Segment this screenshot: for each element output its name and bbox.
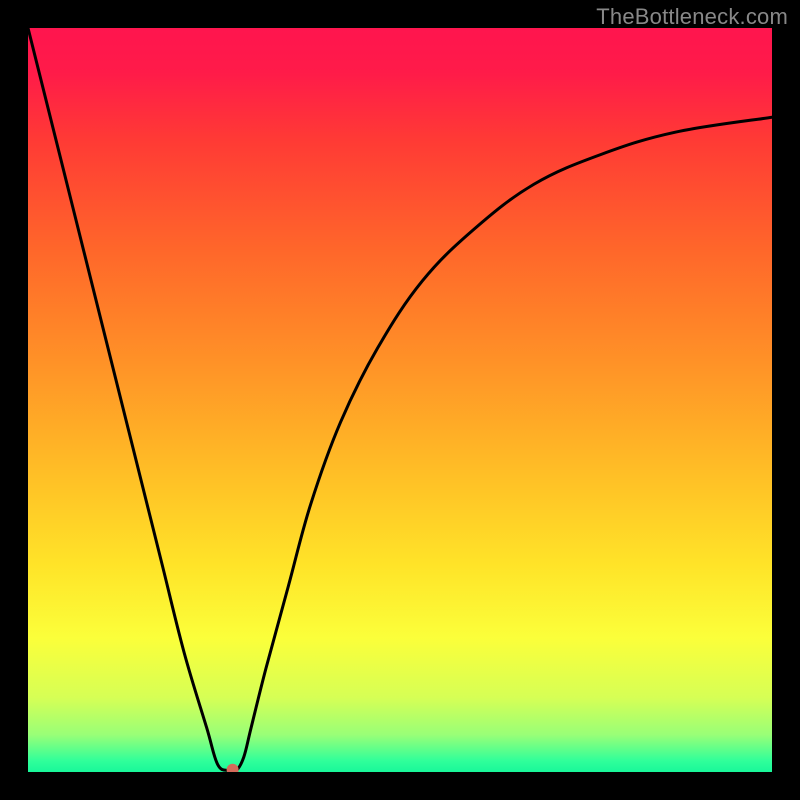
bottleneck-chart [28,28,772,772]
chart-frame: TheBottleneck.com [0,0,800,800]
plot-area [28,28,772,772]
watermark-text: TheBottleneck.com [596,4,788,30]
gradient-background [28,28,772,772]
